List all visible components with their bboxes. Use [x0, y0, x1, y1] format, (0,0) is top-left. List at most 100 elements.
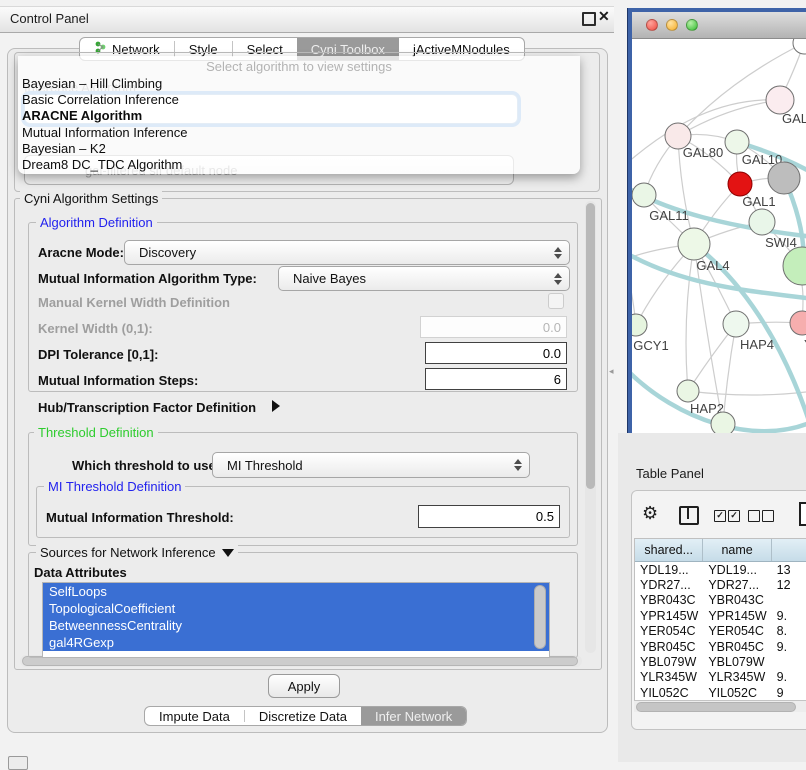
mi-algorithm-type-value: Naive Bayes	[279, 271, 554, 286]
columns-icon[interactable]	[679, 506, 699, 525]
close-traffic-light-icon[interactable]	[646, 19, 658, 31]
table-cell: 9.	[772, 640, 806, 654]
kernel-width-field[interactable]	[420, 316, 567, 338]
network-node[interactable]	[783, 247, 806, 285]
attribute-item[interactable]: TopologicalCoefficient	[43, 600, 549, 617]
algorithm-option[interactable]: Dream8 DC_TDC Algorithm	[18, 157, 580, 173]
network-window: GALGAL80GAL10GAL1GAL11SWI4GAL4GCY1HAP4YH…	[628, 8, 806, 441]
network-canvas[interactable]: GALGAL80GAL10GAL1GAL11SWI4GAL4GCY1HAP4YH…	[632, 39, 806, 433]
table-cell: YBR043C	[635, 593, 703, 607]
table-row[interactable]: YBR043CYBR043C	[635, 593, 806, 608]
table-cell: YLR345W	[703, 670, 771, 684]
apply-button[interactable]: Apply	[268, 674, 340, 698]
mi-threshold-title: MI Threshold Definition	[44, 479, 185, 494]
attributes-scrollbar-thumb[interactable]	[534, 585, 546, 649]
panel-resize-grip[interactable]: ◂	[609, 366, 614, 377]
network-node[interactable]	[711, 412, 735, 433]
tab-impute-data[interactable]: Impute Data	[145, 707, 244, 725]
settings-vertical-scrollbar[interactable]	[585, 201, 596, 653]
network-node-swi4[interactable]	[749, 209, 775, 235]
mi-steps-field[interactable]	[425, 368, 567, 390]
settings-vertical-scrollbar-thumb[interactable]	[586, 203, 595, 489]
table-cell: 8.	[772, 624, 806, 638]
mi-steps-label: Mutual Information Steps:	[38, 373, 198, 388]
deselect-checkbox-icon[interactable]	[762, 510, 774, 522]
network-node-gal11[interactable]	[632, 183, 656, 207]
algorithm-option[interactable]: Bayesian – Hill Climbing	[18, 76, 580, 92]
which-threshold-value: MI Threshold	[213, 458, 514, 473]
network-edge	[688, 391, 806, 395]
table-cell: YDL19...	[703, 563, 771, 577]
hub-expand-icon[interactable]	[272, 400, 280, 412]
attribute-item[interactable]: gal4RGexp	[43, 634, 549, 651]
aracne-mode-label: Aracne Mode:	[38, 245, 124, 260]
algorithm-dropdown-popup: Select algorithm to view settings Bayesi…	[18, 56, 580, 174]
select-all-checkbox-icon[interactable]: ✓	[728, 510, 740, 522]
attribute-item[interactable]: SelfLoops	[43, 583, 549, 600]
network-node-gal1[interactable]	[728, 172, 752, 196]
algorithm-option[interactable]: ARACNE Algorithm	[18, 108, 580, 124]
deselect-checkbox-icon[interactable]	[748, 510, 760, 522]
network-node[interactable]	[793, 39, 806, 54]
which-threshold-combo[interactable]: MI Threshold	[212, 452, 530, 478]
table-cell: 13	[772, 563, 806, 577]
minimize-traffic-light-icon[interactable]	[666, 19, 678, 31]
table-cell: 9.	[772, 670, 806, 684]
aracne-mode-combo[interactable]: Discovery	[124, 240, 570, 265]
network-node-gal[interactable]	[766, 86, 794, 114]
network-node[interactable]	[768, 162, 800, 194]
float-window-icon[interactable]	[582, 12, 596, 26]
network-node-label: GAL80	[683, 145, 723, 160]
network-node-hap2[interactable]	[677, 380, 699, 402]
network-node-y[interactable]	[790, 311, 806, 335]
tab-label: Infer Network	[375, 709, 452, 724]
network-node-gcy1[interactable]	[632, 314, 647, 336]
table-row[interactable]: YBR045CYBR045C9.	[635, 639, 806, 654]
select-all-checkbox-icon[interactable]: ✓	[714, 510, 726, 522]
threshold-definition-title: Threshold Definition	[34, 425, 158, 440]
sources-title-row: Sources for Network Inference	[36, 545, 238, 560]
table-horizontal-scrollbar[interactable]	[634, 700, 806, 712]
network-window-titlebar[interactable]	[632, 12, 806, 39]
table-row[interactable]: YDL19...YDL19...13	[635, 562, 806, 577]
mi-algorithm-type-label: Mutual Information Algorithm Type:	[38, 271, 257, 286]
network-node-gal10[interactable]	[725, 130, 749, 154]
table-row[interactable]: YER054CYER054C8.	[635, 624, 806, 639]
dpi-tolerance-field[interactable]	[425, 342, 567, 364]
zoom-traffic-light-icon[interactable]	[686, 19, 698, 31]
tab-discretize-data[interactable]: Discretize Data	[245, 707, 361, 725]
data-attributes-list[interactable]: SelfLoopsTopologicalCoefficientBetweenne…	[42, 582, 550, 658]
attribute-item[interactable]: BetweennessCentrality	[43, 617, 549, 634]
gear-icon[interactable]: ⚙	[642, 503, 658, 524]
table-cell: 9	[772, 686, 806, 700]
table-row[interactable]: YPR145WYPR145W9.	[635, 608, 806, 623]
kernel-width-label: Kernel Width (0,1):	[38, 321, 153, 336]
network-edge	[686, 244, 694, 391]
table-panel-title: Table Panel	[636, 466, 704, 481]
close-icon[interactable]: ✕	[598, 8, 610, 25]
table-header-cell[interactable]	[772, 539, 806, 561]
table-row[interactable]: YLR345WYLR345W9.	[635, 670, 806, 685]
control-panel-title: Control Panel	[10, 11, 89, 26]
document-icon[interactable]	[799, 502, 806, 526]
tab-label: Discretize Data	[259, 709, 347, 724]
manual-kernel-width-checkbox[interactable]	[548, 293, 564, 309]
algorithm-option[interactable]: Basic Correlation Inference	[18, 92, 580, 108]
table-row[interactable]: YIL052CYIL052C9	[635, 685, 806, 700]
tab-infer-network[interactable]: Infer Network	[361, 707, 466, 725]
table-row[interactable]: YBL079WYBL079W	[635, 654, 806, 669]
combo-arrows-icon	[554, 247, 562, 259]
hub-definition-label: Hub/Transcription Factor Definition	[38, 400, 256, 415]
network-node-gal4[interactable]	[678, 228, 710, 260]
algorithm-option[interactable]: Mutual Information Inference	[18, 125, 580, 141]
sources-collapse-icon[interactable]	[222, 549, 234, 557]
network-node-hap4[interactable]	[723, 311, 749, 337]
table-header-cell[interactable]: name	[703, 539, 771, 561]
table-header-cell[interactable]: shared...	[635, 539, 703, 561]
collapsed-panel-icon[interactable]	[8, 756, 28, 770]
table-horizontal-scrollbar-thumb[interactable]	[636, 702, 796, 712]
mi-threshold-field[interactable]	[418, 505, 560, 528]
algorithm-option[interactable]: Bayesian – K2	[18, 141, 580, 157]
mi-algorithm-type-combo[interactable]: Naive Bayes	[278, 266, 570, 291]
table-row[interactable]: YDR27...YDR27...12	[635, 577, 806, 592]
